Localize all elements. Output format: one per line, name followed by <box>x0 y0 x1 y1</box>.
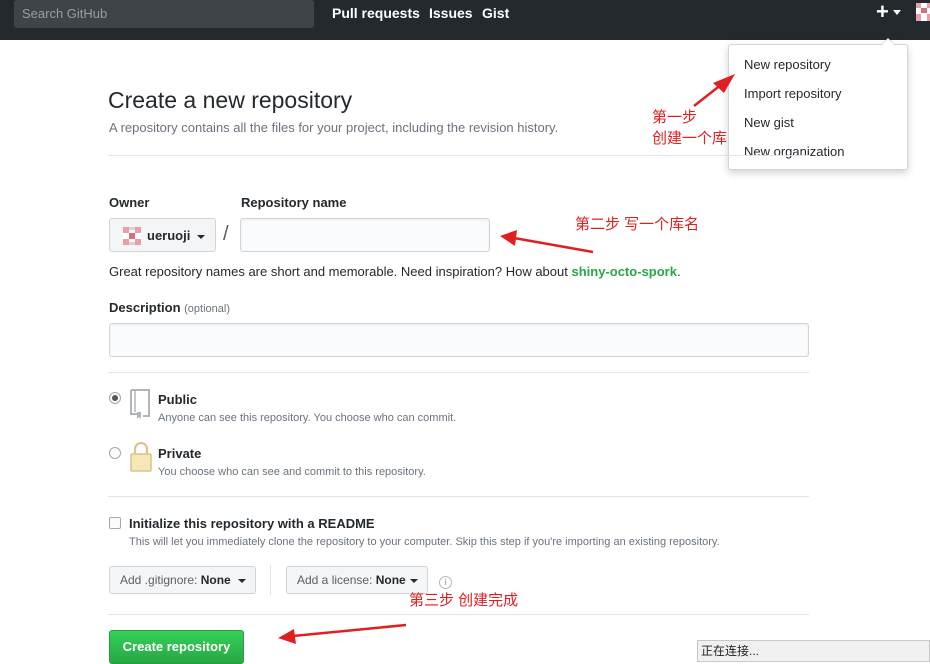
arrowhead-step2 <box>500 230 517 246</box>
arrowhead-step3 <box>278 629 296 644</box>
arrowhead-step1 <box>713 74 735 93</box>
arrow-step2 <box>513 236 594 254</box>
annotation-arrows <box>278 74 735 644</box>
arrow-step3 <box>292 623 407 638</box>
